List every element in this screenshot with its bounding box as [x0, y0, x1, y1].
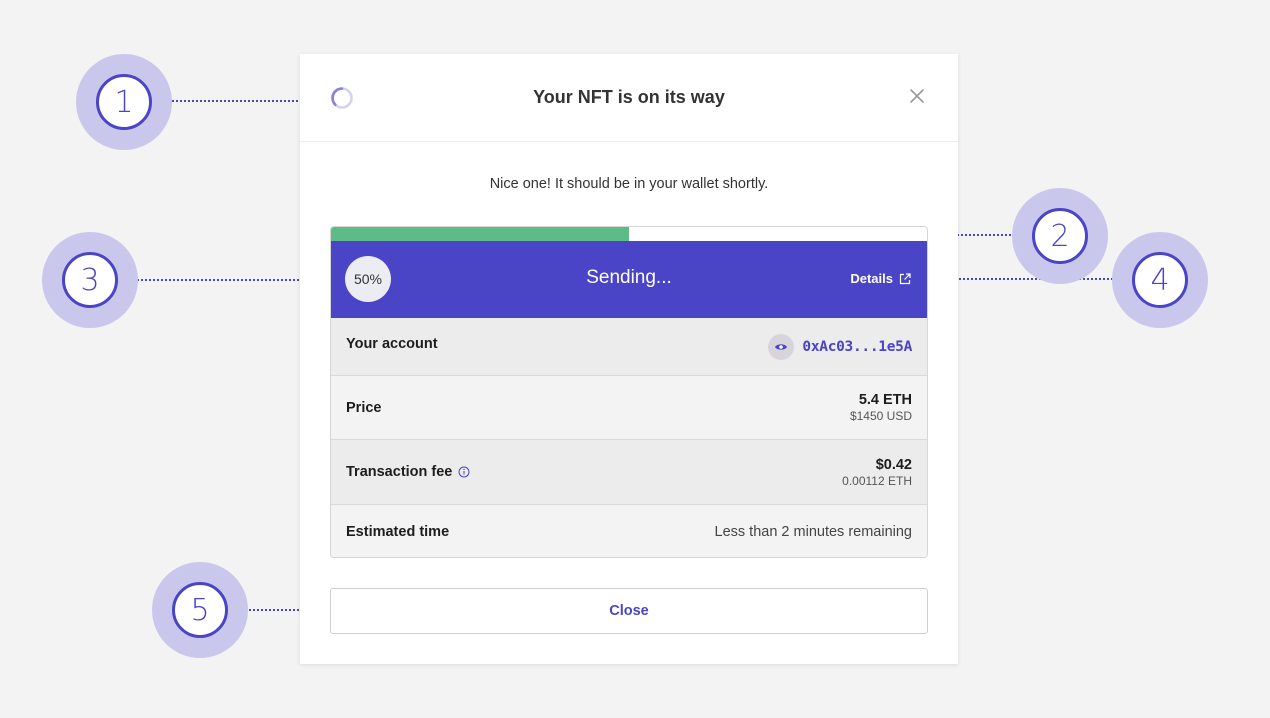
transaction-panel: 50% Sending... Details Your account 0xAc… [330, 226, 928, 558]
callout-4-number: 4 [1132, 252, 1188, 308]
details-link[interactable]: Details [850, 271, 911, 286]
price-value: 5.4 ETH $1450 USD [850, 392, 912, 423]
callout-1-number: 1 [96, 74, 152, 130]
price-eth: 5.4 ETH [858, 392, 912, 408]
callout-3-number: 3 [62, 252, 118, 308]
modal-header: Your NFT is on its way [300, 54, 958, 142]
transaction-modal: Your NFT is on its way Nice one! It shou… [300, 54, 958, 664]
time-label: Estimated time [346, 523, 450, 540]
fee-usd: $0.42 [875, 456, 912, 473]
callout-3: 3 [42, 232, 138, 328]
account-address-link[interactable]: 0xAc03...1e5A [802, 339, 912, 355]
callout-2: 2 [1012, 188, 1108, 284]
callout-1-leader [160, 100, 298, 102]
eye-icon[interactable] [768, 333, 795, 360]
fee-value: $0.42 0.00112 ETH [842, 457, 912, 488]
close-icon[interactable] [908, 87, 926, 105]
price-usd: $1450 USD [849, 409, 912, 423]
fee-eth: 0.00112 ETH [842, 473, 912, 488]
fee-label-wrap: Transaction fee [346, 464, 470, 480]
info-icon[interactable] [458, 466, 470, 478]
status-bar: 50% Sending... Details [331, 241, 927, 318]
progress-bar [331, 227, 927, 241]
row-estimated-time: Estimated time Less than 2 minutes remai… [331, 505, 927, 557]
callout-5-number: 5 [172, 582, 228, 638]
callout-4: 4 [1112, 232, 1208, 328]
progress-bar-fill [331, 227, 629, 241]
account-value: 0xAc03...1e5A [768, 333, 912, 360]
modal-subtitle: Nice one! It should be in your wallet sh… [489, 176, 769, 192]
external-link-icon [899, 272, 911, 284]
time-value: Less than 2 minutes remaining [714, 523, 912, 540]
row-price: Price 5.4 ETH $1450 USD [331, 376, 927, 440]
details-label: Details [850, 271, 893, 286]
account-label: Your account [346, 335, 438, 352]
status-text: Sending... [586, 267, 672, 288]
close-button[interactable]: Close [330, 588, 928, 634]
callout-2-number: 2 [1032, 208, 1088, 264]
row-account: Your account 0xAc03...1e5A [331, 318, 927, 376]
callout-1: 1 [76, 54, 172, 150]
callout-5: 5 [152, 562, 248, 658]
modal-title: Your NFT is on its way [533, 87, 725, 107]
row-fee: Transaction fee $0.42 0.00112 ETH [331, 440, 927, 505]
fee-label: Transaction fee [346, 464, 453, 480]
price-label: Price [346, 399, 382, 416]
callout-4-leader [928, 278, 1133, 280]
